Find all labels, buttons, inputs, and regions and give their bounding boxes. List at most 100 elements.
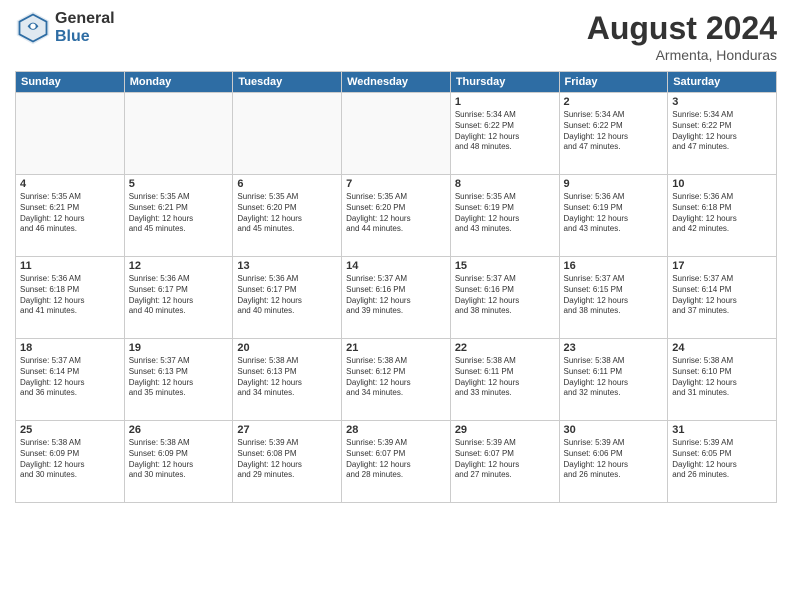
calendar-body: 1 Sunrise: 5:34 AM Sunset: 6:22 PM Daylig…: [16, 93, 777, 503]
logo-text: General Blue: [55, 10, 115, 45]
day-number: 13: [237, 260, 337, 272]
day-number: 3: [672, 96, 772, 108]
weekday-sunday: Sunday: [16, 72, 125, 93]
day-info: Sunrise: 5:36 AM Sunset: 6:17 PM Dayligh…: [129, 274, 229, 317]
week-row-1: 4 Sunrise: 5:35 AM Sunset: 6:21 PM Daylig…: [16, 175, 777, 257]
day-number: 12: [129, 260, 229, 272]
day-number: 11: [20, 260, 120, 272]
calendar-cell: 18 Sunrise: 5:37 AM Sunset: 6:14 PM Dayli…: [16, 339, 125, 421]
day-info: Sunrise: 5:37 AM Sunset: 6:16 PM Dayligh…: [346, 274, 446, 317]
weekday-thursday: Thursday: [450, 72, 559, 93]
day-info: Sunrise: 5:34 AM Sunset: 6:22 PM Dayligh…: [672, 110, 772, 153]
day-number: 16: [564, 260, 664, 272]
calendar-cell: 21 Sunrise: 5:38 AM Sunset: 6:12 PM Dayli…: [342, 339, 451, 421]
day-info: Sunrise: 5:37 AM Sunset: 6:15 PM Dayligh…: [564, 274, 664, 317]
day-number: 22: [455, 342, 555, 354]
calendar-cell: 9 Sunrise: 5:36 AM Sunset: 6:19 PM Daylig…: [559, 175, 668, 257]
day-info: Sunrise: 5:36 AM Sunset: 6:17 PM Dayligh…: [237, 274, 337, 317]
calendar-cell: 27 Sunrise: 5:39 AM Sunset: 6:08 PM Dayli…: [233, 421, 342, 503]
day-info: Sunrise: 5:38 AM Sunset: 6:13 PM Dayligh…: [237, 356, 337, 399]
week-row-2: 11 Sunrise: 5:36 AM Sunset: 6:18 PM Dayli…: [16, 257, 777, 339]
weekday-header-row: SundayMondayTuesdayWednesdayThursdayFrid…: [16, 72, 777, 93]
calendar-cell: [233, 93, 342, 175]
day-number: 28: [346, 424, 446, 436]
day-info: Sunrise: 5:35 AM Sunset: 6:19 PM Dayligh…: [455, 192, 555, 235]
title-block: August 2024 Armenta, Honduras: [587, 10, 777, 63]
calendar-cell: 28Sunrise: 5:39 AM Sunset: 6:07 PM Dayli…: [342, 421, 451, 503]
week-row-3: 18 Sunrise: 5:37 AM Sunset: 6:14 PM Dayli…: [16, 339, 777, 421]
day-number: 1: [455, 96, 555, 108]
day-number: 14: [346, 260, 446, 272]
day-info: Sunrise: 5:39 AM Sunset: 6:06 PM Dayligh…: [564, 438, 664, 481]
day-number: 6: [237, 178, 337, 190]
day-number: 26: [129, 424, 229, 436]
day-info: Sunrise: 5:38 AM Sunset: 6:10 PM Dayligh…: [672, 356, 772, 399]
calendar-cell: [124, 93, 233, 175]
calendar-cell: 22 Sunrise: 5:38 AM Sunset: 6:11 PM Dayli…: [450, 339, 559, 421]
calendar-cell: 13 Sunrise: 5:36 AM Sunset: 6:17 PM Dayli…: [233, 257, 342, 339]
header: General Blue August 2024 Armenta, Hondur…: [15, 10, 777, 63]
weekday-wednesday: Wednesday: [342, 72, 451, 93]
day-number: 9: [564, 178, 664, 190]
day-info: Sunrise: 5:38 AM Sunset: 6:11 PM Dayligh…: [564, 356, 664, 399]
day-number: 15: [455, 260, 555, 272]
day-info: Sunrise: 5:36 AM Sunset: 6:18 PM Dayligh…: [20, 274, 120, 317]
calendar-cell: 29Sunrise: 5:39 AM Sunset: 6:07 PM Dayli…: [450, 421, 559, 503]
day-number: 4: [20, 178, 120, 190]
calendar-cell: 1Sunrise: 5:34 AM Sunset: 6:22 PM Daylig…: [450, 93, 559, 175]
weekday-tuesday: Tuesday: [233, 72, 342, 93]
calendar-cell: 8 Sunrise: 5:35 AM Sunset: 6:19 PM Daylig…: [450, 175, 559, 257]
day-number: 30: [564, 424, 664, 436]
calendar-cell: [16, 93, 125, 175]
calendar-cell: 4 Sunrise: 5:35 AM Sunset: 6:21 PM Daylig…: [16, 175, 125, 257]
day-info: Sunrise: 5:39 AM Sunset: 6:08 PM Dayligh…: [237, 438, 337, 481]
day-info: Sunrise: 5:38 AM Sunset: 6:09 PM Dayligh…: [20, 438, 120, 481]
day-number: 24: [672, 342, 772, 354]
day-info: Sunrise: 5:37 AM Sunset: 6:14 PM Dayligh…: [672, 274, 772, 317]
day-info: Sunrise: 5:36 AM Sunset: 6:18 PM Dayligh…: [672, 192, 772, 235]
calendar-cell: 7Sunrise: 5:35 AM Sunset: 6:20 PM Daylig…: [342, 175, 451, 257]
calendar-header: SundayMondayTuesdayWednesdayThursdayFrid…: [16, 72, 777, 93]
logo-general-text: General: [55, 10, 115, 28]
calendar-cell: 3 Sunrise: 5:34 AM Sunset: 6:22 PM Daylig…: [668, 93, 777, 175]
day-number: 27: [237, 424, 337, 436]
calendar-cell: 5Sunrise: 5:35 AM Sunset: 6:21 PM Daylig…: [124, 175, 233, 257]
calendar-cell: 2 Sunrise: 5:34 AM Sunset: 6:22 PM Daylig…: [559, 93, 668, 175]
calendar-cell: 24 Sunrise: 5:38 AM Sunset: 6:10 PM Dayli…: [668, 339, 777, 421]
day-number: 20: [237, 342, 337, 354]
calendar-cell: 11 Sunrise: 5:36 AM Sunset: 6:18 PM Dayli…: [16, 257, 125, 339]
calendar-cell: 17 Sunrise: 5:37 AM Sunset: 6:14 PM Dayli…: [668, 257, 777, 339]
day-info: Sunrise: 5:38 AM Sunset: 6:12 PM Dayligh…: [346, 356, 446, 399]
day-info: Sunrise: 5:35 AM Sunset: 6:21 PM Dayligh…: [129, 192, 229, 235]
day-info: Sunrise: 5:39 AM Sunset: 6:07 PM Dayligh…: [455, 438, 555, 481]
week-row-4: 25 Sunrise: 5:38 AM Sunset: 6:09 PM Dayli…: [16, 421, 777, 503]
day-info: Sunrise: 5:37 AM Sunset: 6:14 PM Dayligh…: [20, 356, 120, 399]
day-number: 17: [672, 260, 772, 272]
day-info: Sunrise: 5:35 AM Sunset: 6:21 PM Dayligh…: [20, 192, 120, 235]
location: Armenta, Honduras: [587, 47, 777, 63]
day-number: 23: [564, 342, 664, 354]
page: General Blue August 2024 Armenta, Hondur…: [0, 0, 792, 612]
calendar-cell: 30 Sunrise: 5:39 AM Sunset: 6:06 PM Dayli…: [559, 421, 668, 503]
day-number: 2: [564, 96, 664, 108]
day-number: 21: [346, 342, 446, 354]
day-number: 8: [455, 178, 555, 190]
calendar-cell: 16 Sunrise: 5:37 AM Sunset: 6:15 PM Dayli…: [559, 257, 668, 339]
month-title: August 2024: [587, 10, 777, 47]
day-info: Sunrise: 5:34 AM Sunset: 6:22 PM Dayligh…: [564, 110, 664, 153]
calendar-cell: [342, 93, 451, 175]
calendar-cell: 25 Sunrise: 5:38 AM Sunset: 6:09 PM Dayli…: [16, 421, 125, 503]
day-info: Sunrise: 5:36 AM Sunset: 6:19 PM Dayligh…: [564, 192, 664, 235]
day-number: 18: [20, 342, 120, 354]
day-number: 25: [20, 424, 120, 436]
calendar-cell: 15Sunrise: 5:37 AM Sunset: 6:16 PM Dayli…: [450, 257, 559, 339]
calendar-cell: 20 Sunrise: 5:38 AM Sunset: 6:13 PM Dayli…: [233, 339, 342, 421]
weekday-saturday: Saturday: [668, 72, 777, 93]
day-info: Sunrise: 5:35 AM Sunset: 6:20 PM Dayligh…: [346, 192, 446, 235]
day-number: 10: [672, 178, 772, 190]
day-number: 31: [672, 424, 772, 436]
weekday-monday: Monday: [124, 72, 233, 93]
calendar-cell: 19Sunrise: 5:37 AM Sunset: 6:13 PM Dayli…: [124, 339, 233, 421]
calendar: SundayMondayTuesdayWednesdayThursdayFrid…: [15, 71, 777, 503]
day-info: Sunrise: 5:38 AM Sunset: 6:11 PM Dayligh…: [455, 356, 555, 399]
